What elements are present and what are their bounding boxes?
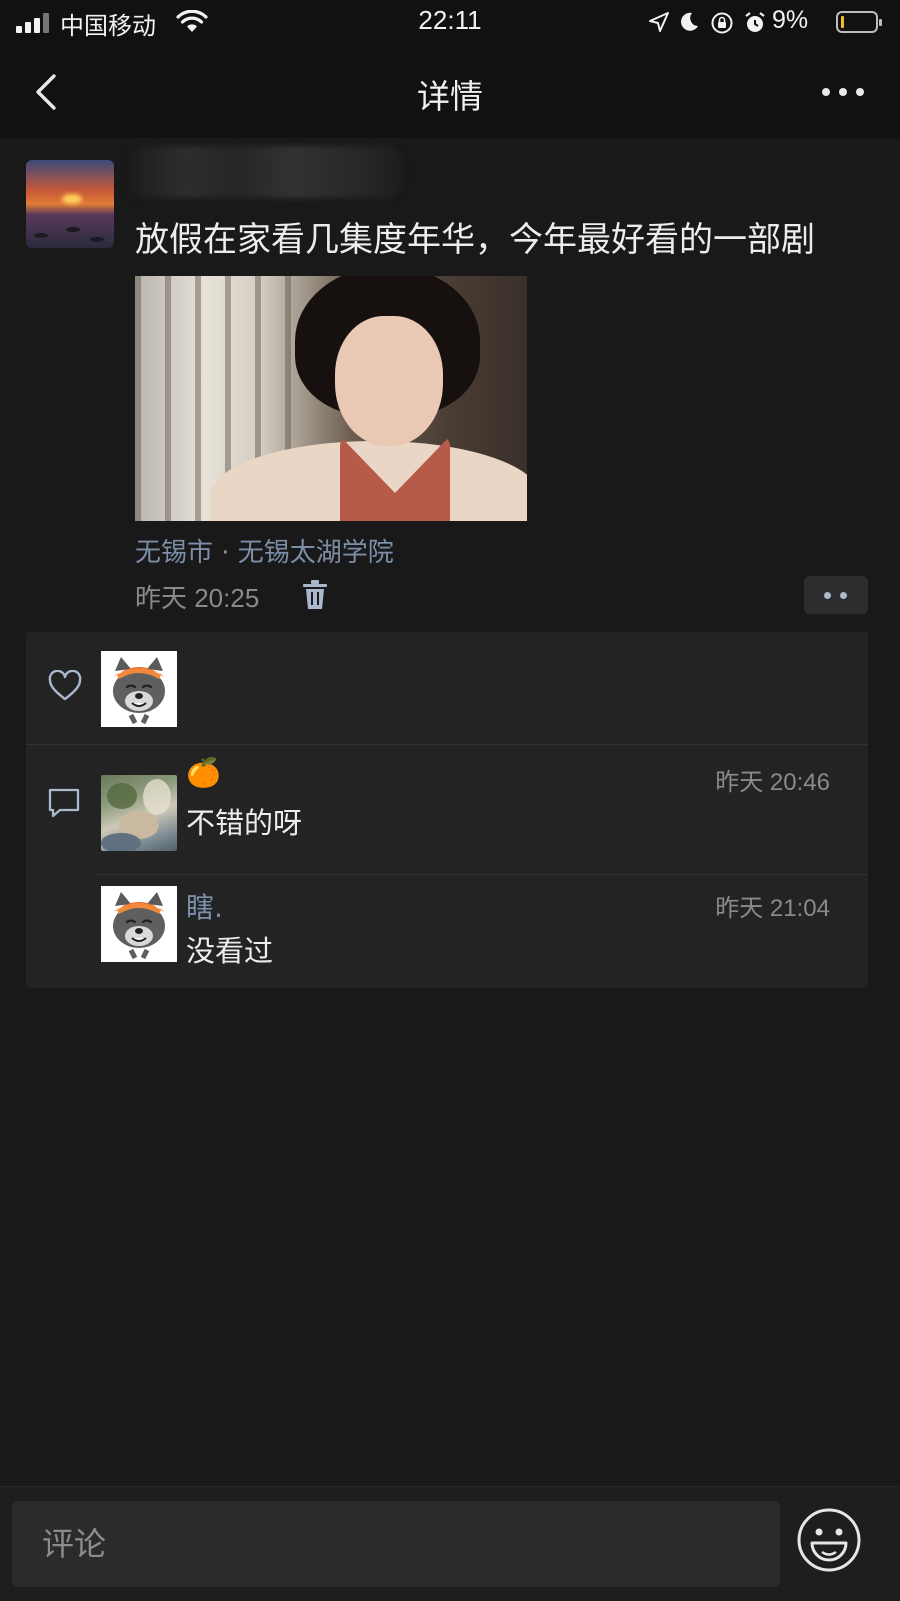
nav-bar: 详情 [0,46,900,138]
post-image[interactable] [135,276,527,521]
commenter-name[interactable]: 瞎. [186,886,223,926]
commenter-name[interactable]: 🍊 [186,756,221,789]
ellipsis-icon [822,88,864,96]
post-time: 昨天 20:25 [135,583,260,613]
emoji-button[interactable] [796,1507,862,1573]
commenter-avatar[interactable] [101,886,177,962]
liker-avatar[interactable] [101,651,177,727]
comment-text[interactable]: 不错的呀 [186,800,302,842]
battery-level [841,16,844,28]
heart-icon [48,670,82,701]
smiley-icon [797,1508,861,1572]
alarm-icon [745,12,765,32]
interaction-panel: 🍊 昨天 20:46 不错的呀 瞎. 昨天 21:04 没看过 [26,632,868,988]
rotation-lock-icon [711,12,733,34]
location-icon [649,12,669,32]
trash-icon [303,580,327,609]
delete-button[interactable] [302,580,328,610]
status-bar: 中国移动 22:11 9% [0,0,900,46]
post-text: 放假在家看几集度年华，今年最好看的一部剧 [135,220,815,260]
moon-icon [681,12,698,31]
more-button[interactable] [818,82,868,102]
two-dots-icon [824,592,831,599]
page-title: 详情 [417,77,483,116]
author-name-blurred [130,146,402,198]
comment-divider [96,874,868,875]
commenter-avatar[interactable] [101,775,177,851]
author-avatar[interactable] [26,160,114,248]
comment-time: 昨天 20:46 [715,769,830,796]
post-actions-button[interactable] [804,576,868,614]
battery-icon [836,11,882,33]
comment-text[interactable]: 没看过 [186,928,273,970]
likes-row [26,632,868,745]
comment-icon [48,788,80,818]
comment-bar [0,1486,900,1601]
battery-percent: 9% [772,6,809,34]
comment-input[interactable] [12,1501,780,1587]
post-location[interactable]: 无锡市 · 无锡太湖学院 [135,532,394,569]
comment-time: 昨天 21:04 [715,895,830,922]
